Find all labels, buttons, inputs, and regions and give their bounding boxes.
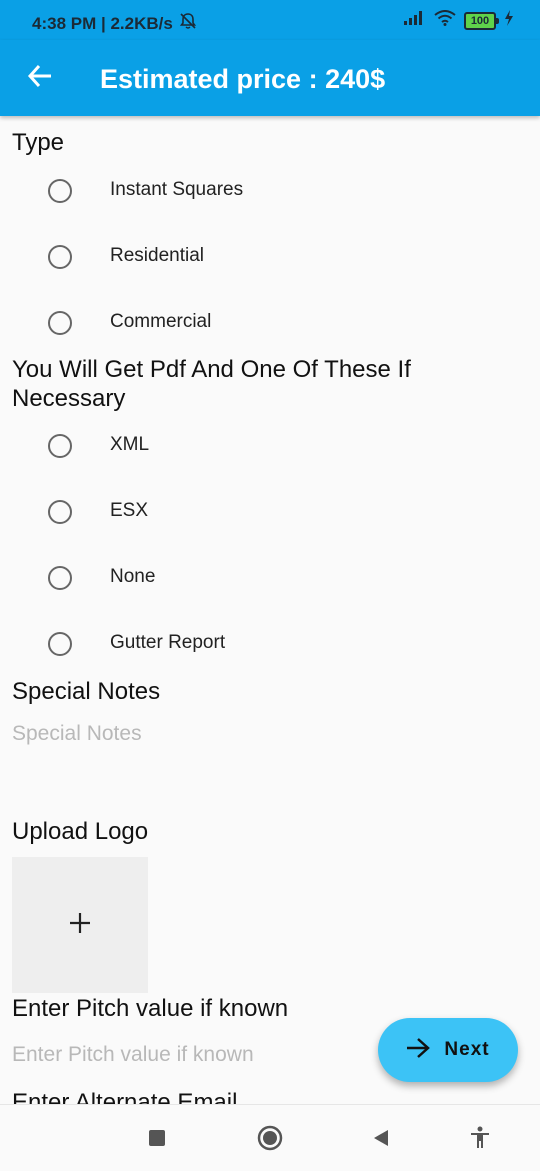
radio-button[interactable] [48,434,72,458]
upload-logo-title: Upload Logo [12,818,149,845]
home-circle-icon[interactable] [255,1123,285,1153]
upload-logo-button[interactable] [12,857,148,993]
signal-icon [404,11,426,30]
pitch-title: Enter Pitch value if known [12,995,289,1022]
alarm-off-icon [179,12,197,35]
radio-button[interactable] [48,632,72,656]
special-notes-input[interactable] [12,722,512,746]
radio-button[interactable] [48,245,72,269]
radio-label: Residential [110,245,204,266]
alternate-email-title: Enter Alternate Email [12,1089,238,1104]
radio-option-instant-squares[interactable]: Instant Squares [0,158,540,224]
radio-label: Commercial [110,311,212,332]
battery-icon: 100 [464,11,499,30]
radio-option-xml[interactable]: XML [0,413,540,479]
radio-option-esx[interactable]: ESX [0,479,540,545]
page-title: Estimated price : 240$ [100,64,386,94]
radio-button[interactable] [48,311,72,335]
radio-button[interactable] [48,179,72,203]
notes-title: Special Notes [12,678,161,705]
next-button-label: Next [444,1039,490,1060]
wifi-icon [434,10,456,31]
radio-button[interactable] [48,566,72,590]
radio-label: Gutter Report [110,632,226,653]
form-content[interactable]: Type Instant Squares Residential Commerc… [0,116,540,1104]
type-section-title: Type [12,129,65,156]
radio-option-none[interactable]: None [0,545,540,611]
system-nav-bar [0,1104,540,1171]
accessibility-icon[interactable] [465,1123,495,1153]
radio-option-gutter-report[interactable]: Gutter Report [0,611,540,677]
status-time-speed: 4:38 PM | 2.2KB/s [32,13,173,33]
recents-square-icon[interactable] [142,1123,172,1153]
arrow-right-icon [406,1037,431,1064]
format-section-title: You Will Get Pdf And One Of These If Nec… [12,356,411,412]
next-button[interactable]: Next [378,1018,518,1082]
arrow-left-icon [27,63,53,94]
radio-label: XML [110,434,150,455]
radio-label: ESX [110,500,149,521]
radio-label: Instant Squares [110,179,244,200]
plus-icon [69,912,91,939]
back-triangle-icon[interactable] [366,1123,396,1153]
status-left: 4:38 PM | 2.2KB/s [32,12,197,35]
status-bar: 4:38 PM | 2.2KB/s 100 [0,0,540,40]
radio-label: None [110,566,156,587]
radio-option-commercial[interactable]: Commercial [0,290,540,356]
app-bar: Estimated price : 240$ [0,40,540,116]
radio-button[interactable] [48,500,72,524]
back-button[interactable] [22,60,58,96]
charging-icon [504,10,514,31]
status-right: 100 [404,10,514,31]
radio-option-residential[interactable]: Residential [0,224,540,290]
